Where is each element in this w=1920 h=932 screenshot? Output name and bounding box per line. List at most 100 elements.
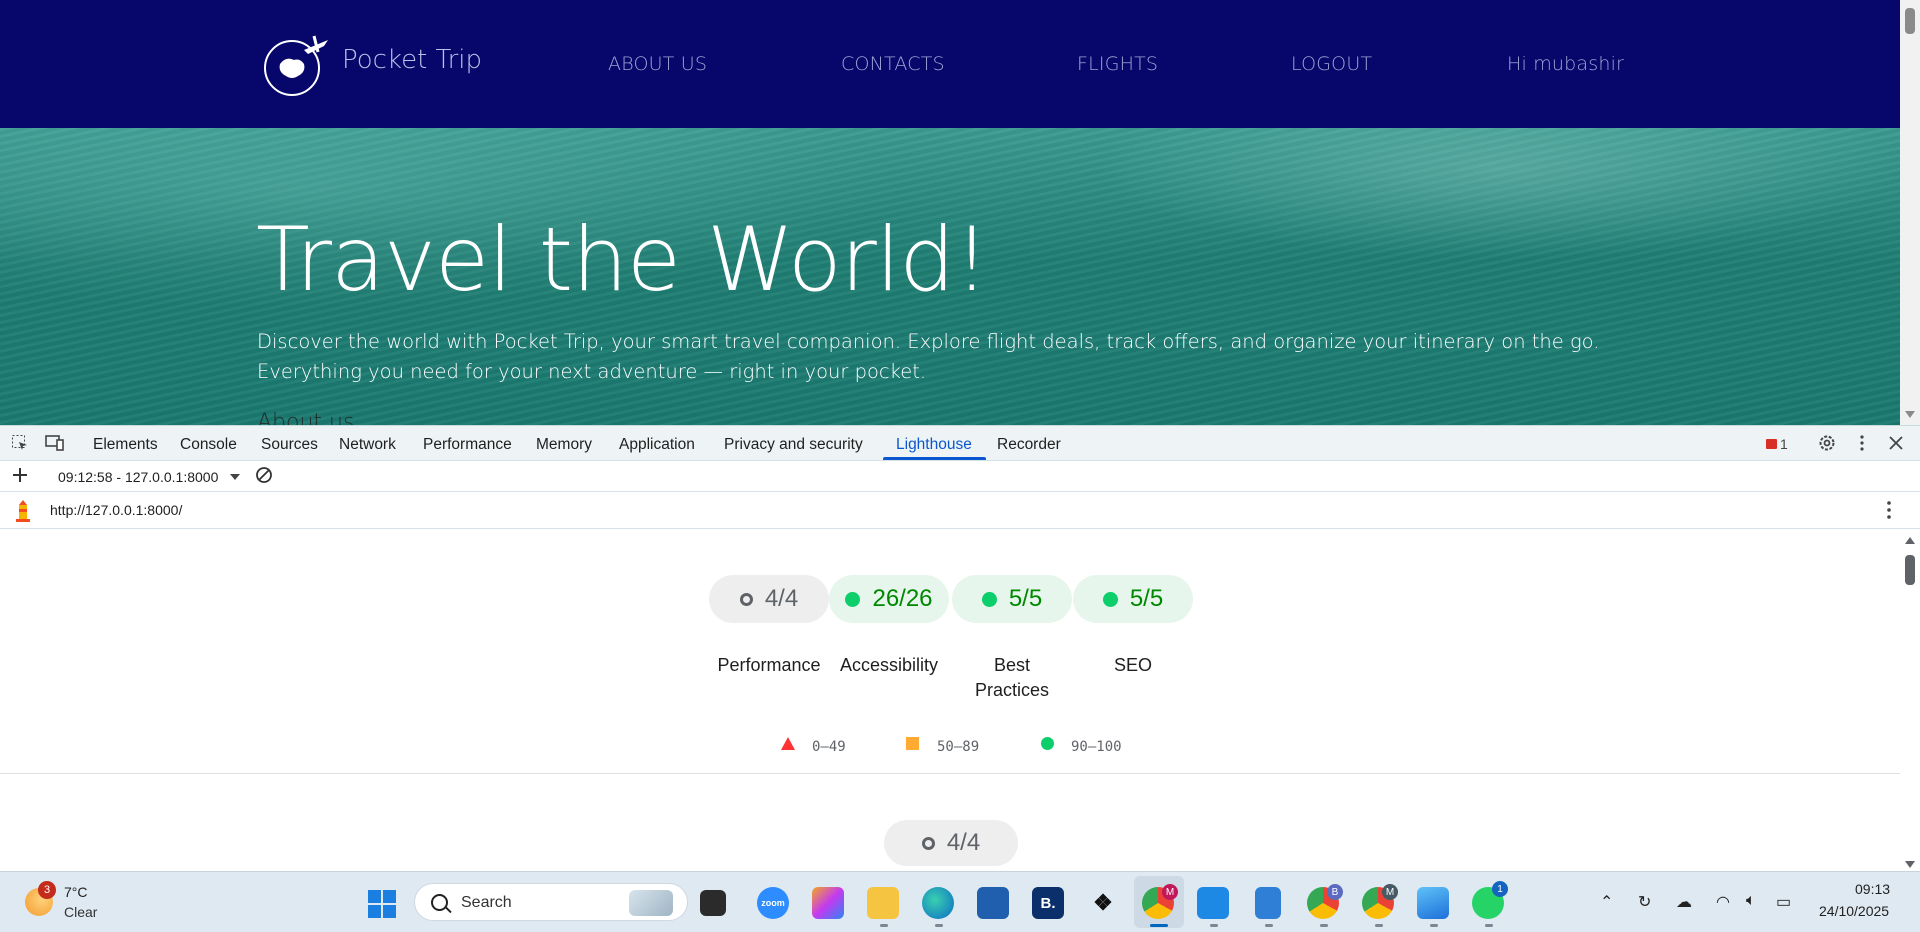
gauge-accessibility[interactable]: 26/26	[829, 575, 949, 623]
gauge-label-accessibility[interactable]: Accessibility	[829, 653, 949, 678]
device-toolbar-icon[interactable]	[45, 434, 65, 452]
gauge-best-practices[interactable]: 5/5	[952, 575, 1072, 623]
tab-recorder[interactable]: Recorder	[997, 436, 1061, 454]
clear-reports-icon[interactable]	[254, 466, 274, 484]
gauge-performance[interactable]: 4/4	[709, 575, 829, 623]
gauge-label-performance[interactable]: Performance	[709, 653, 829, 678]
task-view-icon[interactable]	[700, 890, 726, 916]
scroll-down-arrow-icon[interactable]	[1905, 411, 1915, 418]
tab-privacy-security[interactable]: Privacy and security	[724, 436, 863, 454]
active-running-indicator	[1150, 924, 1168, 927]
tab-lighthouse[interactable]: Lighthouse	[896, 436, 972, 454]
volume-icon[interactable]: 🔈︎	[1746, 892, 1756, 910]
section-divider	[0, 773, 1900, 774]
report-url[interactable]: http://127.0.0.1:8000/	[50, 502, 182, 518]
report-url-bar: http://127.0.0.1:8000/	[0, 492, 1920, 529]
hero-description: Discover the world with Pocket Trip, you…	[257, 330, 1600, 383]
zoom-app-icon[interactable]: zoom	[757, 887, 789, 919]
running-indicator	[880, 924, 888, 927]
sync-icon[interactable]: ↻	[1638, 892, 1651, 912]
nav-user-greeting[interactable]: Hi mubashir	[1507, 53, 1624, 75]
legend-range-pass: 90–100	[1071, 739, 1122, 755]
nav-flights[interactable]: FLIGHTS	[1077, 53, 1158, 75]
pocket-trip-logo[interactable]	[258, 30, 330, 102]
battery-icon[interactable]: ▭	[1776, 892, 1791, 912]
lighthouse-toolbar: 09:12:58 - 127.0.0.1:8000	[0, 461, 1920, 492]
nav-contacts[interactable]: CONTACTS	[841, 53, 945, 75]
website-viewport: Pocket Trip ABOUT US CONTACTS FLIGHTS LO…	[0, 0, 1900, 425]
settings-gear-icon[interactable]	[1817, 434, 1837, 452]
tab-performance[interactable]: Performance	[423, 436, 512, 454]
running-indicator	[1375, 924, 1383, 927]
new-report-plus-icon[interactable]	[10, 466, 30, 484]
gauge-score: 26/26	[872, 585, 933, 612]
search-icon	[431, 894, 448, 911]
report-selector[interactable]: 09:12:58 - 127.0.0.1:8000	[58, 469, 218, 485]
scroll-up-arrow-icon[interactable]	[1905, 537, 1915, 544]
report-scrollbar-thumb[interactable]	[1905, 555, 1915, 585]
copilot-app-icon[interactable]	[812, 887, 844, 919]
tab-elements[interactable]: Elements	[93, 436, 158, 454]
devtools-tab-bar: Elements Console Sources Network Perform…	[0, 426, 1920, 461]
clock-time[interactable]: 09:13	[1855, 881, 1890, 897]
inspect-element-icon[interactable]	[10, 434, 30, 452]
weather-temperature[interactable]: 7°C	[64, 884, 88, 900]
onedrive-icon[interactable]: ☁	[1676, 892, 1692, 912]
issue-flag-icon	[1766, 439, 1777, 449]
zoom-label: zoom	[761, 898, 785, 908]
about-us-heading: About us	[257, 410, 355, 425]
chrome-profile-b-badge: B	[1327, 884, 1343, 900]
photos-app-icon[interactable]	[1417, 887, 1449, 919]
weather-condition[interactable]: Clear	[64, 904, 97, 920]
chevron-down-icon[interactable]	[230, 474, 240, 480]
clock-date[interactable]: 24/10/2025	[1819, 903, 1889, 919]
close-icon[interactable]	[1886, 434, 1906, 452]
wifi-icon[interactable]: ◠	[1716, 892, 1730, 912]
gauge-label-seo[interactable]: SEO	[1073, 653, 1193, 678]
tab-memory[interactable]: Memory	[536, 436, 592, 454]
file-explorer-icon[interactable]	[867, 887, 899, 919]
brand-name[interactable]: Pocket Trip	[342, 45, 482, 75]
devtools-panel: Elements Console Sources Network Perform…	[0, 425, 1920, 872]
edge-browser-icon[interactable]	[922, 887, 954, 919]
notepad-icon[interactable]	[1255, 887, 1281, 919]
page-scrollbar[interactable]	[1900, 0, 1920, 425]
microsoft-store-icon[interactable]	[977, 887, 1009, 919]
running-indicator	[1485, 924, 1493, 927]
lighthouse-icon	[16, 500, 30, 522]
nav-about-us[interactable]: ABOUT US	[608, 53, 707, 75]
issues-count: 1	[1780, 436, 1788, 452]
site-navbar: Pocket Trip ABOUT US CONTACTS FLIGHTS LO…	[0, 0, 1900, 128]
chevron-up-icon[interactable]: ⌃	[1600, 892, 1613, 912]
running-indicator	[1320, 924, 1328, 927]
more-options-icon[interactable]	[1852, 434, 1872, 452]
report-scrollbar[interactable]	[1900, 529, 1920, 872]
gauge-seo[interactable]: 5/5	[1073, 575, 1193, 623]
gauge-score: 5/5	[1008, 585, 1043, 612]
tab-sources[interactable]: Sources	[261, 436, 318, 454]
page-scrollbar-thumb[interactable]	[1905, 8, 1915, 34]
pass-score-icon	[981, 591, 997, 607]
hero-title: Travel the World!	[256, 208, 989, 311]
windows-start-icon[interactable]	[368, 890, 396, 918]
booking-app-icon[interactable]: B.	[1032, 887, 1064, 919]
nav-logout[interactable]: LOGOUT	[1291, 53, 1372, 75]
taskbar-search[interactable]: Search	[414, 883, 688, 921]
performance-section-score[interactable]: 4/4	[884, 820, 1018, 866]
legend-range-fail: 0–49	[812, 739, 846, 755]
running-indicator	[1265, 924, 1273, 927]
windows-taskbar: 3 7°C Clear Search zoom B. ❖ M B M 1 ⌃ ↻…	[0, 871, 1920, 932]
dropbox-icon[interactable]: ❖	[1087, 887, 1119, 919]
tab-console[interactable]: Console	[180, 436, 237, 454]
tab-network[interactable]: Network	[339, 436, 396, 454]
scroll-down-arrow-icon[interactable]	[1905, 861, 1915, 868]
issues-badge[interactable]: 1	[1766, 436, 1788, 452]
legend-range-average: 50–89	[937, 739, 980, 755]
gauge-label-best-practices[interactable]: Best Practices	[962, 653, 1062, 703]
pass-score-icon	[1102, 591, 1118, 607]
report-menu-icon[interactable]	[1879, 501, 1899, 519]
gauge-score: 5/5	[1129, 585, 1164, 612]
tab-application[interactable]: Application	[619, 436, 695, 454]
vscode-icon[interactable]	[1197, 887, 1229, 919]
gauge-score: 4/4	[764, 585, 799, 612]
